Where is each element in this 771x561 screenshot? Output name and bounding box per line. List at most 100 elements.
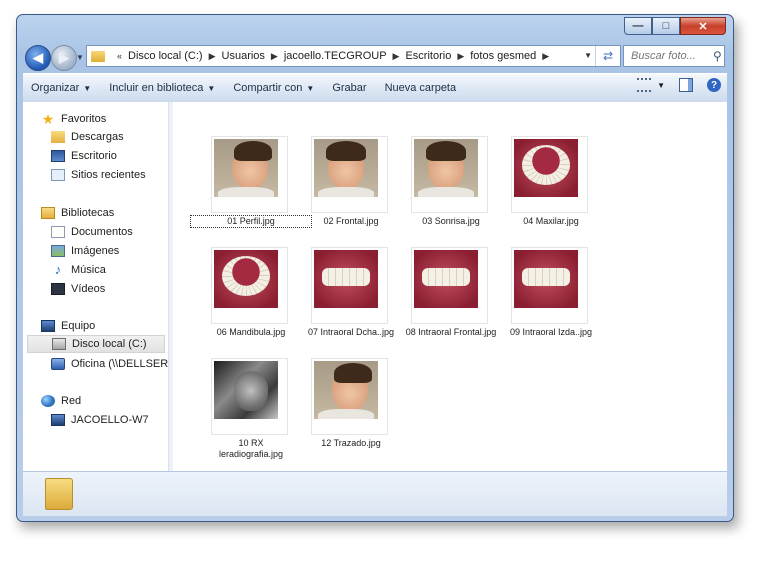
sidebar-item-label: Favoritos: [61, 113, 107, 125]
sidebar-group-computer[interactable]: Equipo: [41, 317, 95, 335]
breadcrumb-arrow-icon[interactable]: ▶: [271, 51, 278, 62]
chevron-down-icon: ▼: [83, 84, 92, 93]
sidebar-item-descargas[interactable]: Descargas: [51, 128, 124, 146]
sidebar-item-label: Equipo: [61, 320, 96, 332]
share-label: Compartir con: [233, 82, 303, 94]
lower-arch-thumbnail: [214, 250, 278, 308]
chevron-down-icon: ▼: [306, 84, 315, 93]
new-folder-button[interactable]: Nueva carpeta: [377, 82, 465, 94]
folder-icon: [91, 50, 105, 62]
folder-icon: [45, 478, 73, 510]
sidebar-item-oficina[interactable]: Oficina (\\DELLSERV: [51, 355, 168, 373]
intraoral-front-thumbnail: [414, 250, 478, 308]
intraoral-right-thumbnail: [314, 250, 378, 308]
profile-photo-thumbnail: [214, 139, 278, 197]
sidebar-item-label: Documentos: [71, 226, 133, 238]
address-dropdown-icon[interactable]: ▼: [584, 51, 592, 60]
breadcrumb-item[interactable]: Usuarios: [222, 50, 265, 62]
share-menu[interactable]: Compartir con ▼: [225, 82, 322, 94]
sidebar-group-network[interactable]: Red: [41, 392, 81, 410]
thumbnail-frame: [311, 136, 388, 213]
breadcrumb-arrow-icon[interactable]: ▶: [457, 51, 464, 62]
pictures-icon: [51, 245, 65, 257]
libraries-icon: [41, 207, 55, 219]
organize-label: Organizar: [31, 82, 80, 94]
breadcrumb-arrow-icon[interactable]: ▶: [393, 51, 400, 62]
thumbnail-frame: [311, 358, 388, 435]
sidebar-item-documentos[interactable]: Documentos: [51, 223, 133, 241]
recent-pages-dropdown[interactable]: ▼: [76, 53, 84, 62]
smile-photo-thumbnail: [414, 139, 478, 197]
breadcrumb: « Disco local (C:) ▶ Usuarios ▶ jacoello…: [111, 50, 555, 62]
breadcrumb-item[interactable]: Disco local (C:): [128, 50, 203, 62]
sidebar-item-label: Bibliotecas: [61, 207, 115, 219]
sidebar-item-disco-local[interactable]: Disco local (C:): [27, 335, 165, 353]
sidebar-item-label: Sitios recientes: [71, 169, 146, 181]
video-icon: [51, 283, 65, 295]
recent-places-icon: [51, 169, 65, 181]
breadcrumb-item[interactable]: jacoello.TECGROUP: [284, 50, 387, 62]
breadcrumb-arrow-icon[interactable]: ▶: [542, 51, 549, 62]
sidebar-item-label: JACOELLO-W7: [71, 414, 149, 426]
star-icon: ★: [41, 111, 55, 127]
breadcrumb-arrow-icon[interactable]: ▶: [209, 51, 216, 62]
organize-menu[interactable]: Organizar ▼: [23, 82, 99, 94]
sidebar-item-sitios-recientes[interactable]: Sitios recientes: [51, 166, 146, 184]
back-button[interactable]: ◀: [25, 45, 51, 71]
thumbnail-frame: [211, 247, 288, 324]
overflow-chevron[interactable]: «: [117, 51, 122, 61]
search-box[interactable]: ⚲: [623, 45, 725, 67]
downloads-folder-icon: [51, 131, 65, 143]
minimize-button[interactable]: —: [624, 17, 652, 35]
sidebar-group-favorites[interactable]: ★ Favoritos: [41, 110, 107, 128]
breadcrumb-item[interactable]: Escritorio: [405, 50, 451, 62]
thumbnail-frame: [411, 136, 488, 213]
sidebar-item-label: Vídeos: [71, 283, 106, 295]
thumbnail-frame: [411, 247, 488, 324]
caption-buttons: — □ ✕: [624, 17, 726, 35]
address-bar[interactable]: « Disco local (C:) ▶ Usuarios ▶ jacoello…: [86, 45, 621, 67]
search-icon[interactable]: ⚲: [713, 49, 722, 63]
music-note-icon: ♪: [54, 262, 62, 277]
sidebar-item-videos[interactable]: Vídeos: [51, 280, 105, 298]
chevron-down-icon: ▼: [207, 84, 216, 93]
documents-icon: [51, 226, 65, 238]
explorer-window: — □ ✕ ◀ ▶ ▼ « Disco local (C:) ▶ Usuario…: [16, 14, 734, 522]
file-name: 04 Maxilar.jpg: [523, 216, 579, 226]
sidebar-item-label: Escritorio: [71, 150, 117, 162]
preview-pane-icon[interactable]: [679, 78, 693, 92]
forward-button[interactable]: ▶: [51, 45, 77, 71]
search-input[interactable]: [629, 49, 711, 63]
breadcrumb-item[interactable]: fotos gesmed: [470, 50, 536, 62]
sidebar-item-label: Descargas: [71, 131, 124, 143]
file-name: 12 Trazado.jpg: [321, 438, 381, 448]
thumbnail-frame: [211, 358, 288, 435]
thumbnail-frame: [211, 136, 288, 213]
sidebar-group-libraries[interactable]: Bibliotecas: [41, 204, 114, 222]
views-icon: [637, 78, 652, 92]
maximize-button[interactable]: □: [652, 17, 680, 35]
hard-drive-icon: [52, 338, 66, 350]
command-bar: Organizar ▼ Incluir en biblioteca ▼ Compar…: [23, 73, 727, 103]
sidebar-item-jacoello-w7[interactable]: JACOELLO-W7: [51, 411, 149, 429]
sidebar-item-escritorio[interactable]: Escritorio: [51, 147, 117, 165]
help-icon[interactable]: ?: [707, 78, 721, 92]
intraoral-left-thumbnail: [514, 250, 578, 308]
refresh-icon[interactable]: ⇄: [595, 46, 620, 66]
thumbnail-frame: [511, 136, 588, 213]
upper-arch-thumbnail: [514, 139, 578, 197]
thumbnail-frame: [511, 247, 588, 324]
sidebar-item-label: Disco local (C:): [72, 338, 147, 350]
thumbnail-frame: [311, 247, 388, 324]
frontal-photo-thumbnail: [314, 139, 378, 197]
computer-icon: [41, 320, 55, 332]
burn-button[interactable]: Grabar: [324, 82, 374, 94]
file-name: 09 Intraoral Izda..jpg: [509, 327, 593, 337]
sidebar-item-musica[interactable]: ♪ Música: [51, 261, 106, 279]
include-library-menu[interactable]: Incluir en biblioteca ▼: [101, 82, 223, 94]
sidebar-item-imagenes[interactable]: Imágenes: [51, 242, 119, 260]
views-menu[interactable]: ▼: [637, 78, 665, 92]
close-button[interactable]: ✕: [680, 17, 726, 35]
network-drive-icon: [51, 358, 65, 370]
xray-thumbnail: [214, 361, 278, 419]
